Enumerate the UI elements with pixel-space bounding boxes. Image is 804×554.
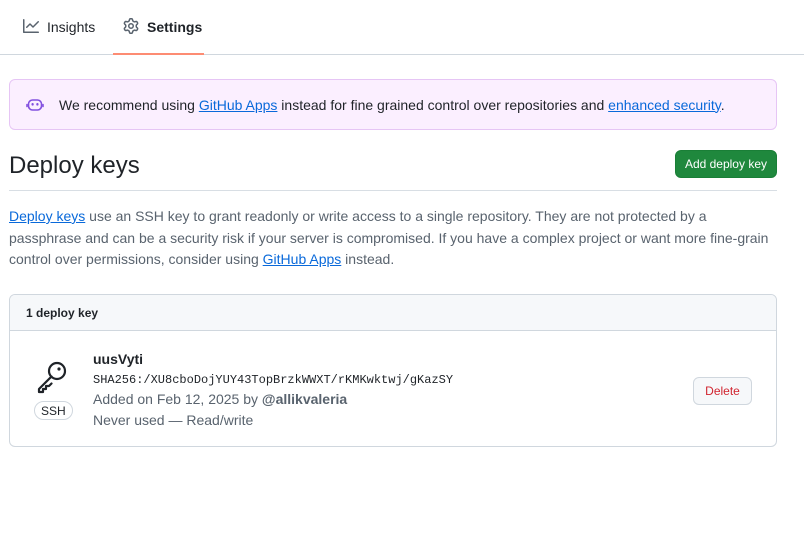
key-info: uusVyti SHA256:/XU8cboDojYUY43TopBrzkWWX… xyxy=(93,349,453,431)
delete-key-button[interactable]: Delete xyxy=(693,377,752,405)
banner-github-apps-link[interactable]: GitHub Apps xyxy=(199,97,278,113)
github-apps-banner: We recommend using GitHub Apps instead f… xyxy=(9,79,777,130)
deploy-keys-count: 1 deploy key xyxy=(10,295,776,331)
copilot-icon xyxy=(26,96,44,114)
key-title: uusVyti xyxy=(93,351,144,367)
tab-insights-label: Insights xyxy=(47,19,96,35)
banner-text: We recommend using GitHub Apps instead f… xyxy=(59,97,725,113)
key-added-info: Added on Feb 12, 2025 by @allikvaleria xyxy=(93,389,453,410)
deploy-keys-header: Deploy keys Add deploy key xyxy=(9,150,777,191)
tab-insights[interactable]: Insights xyxy=(13,0,105,54)
description-text-2: instead. xyxy=(341,251,395,267)
key-fingerprint: SHA256:/XU8cboDojYUY43TopBrzkWWXT/rKMKwk… xyxy=(93,373,454,387)
key-icon xyxy=(34,359,70,395)
banner-text-1: We recommend using xyxy=(59,96,199,113)
ssh-badge: SSH xyxy=(34,401,73,420)
key-usage: Never used — Read/write xyxy=(93,412,254,428)
key-added-by-user[interactable]: @allikvaleria xyxy=(262,391,347,407)
key-added-date: Added on Feb 12, 2025 by xyxy=(93,391,262,407)
tab-settings-label: Settings xyxy=(147,19,203,35)
graph-icon xyxy=(23,18,39,37)
description-github-apps-link[interactable]: GitHub Apps xyxy=(263,251,342,267)
deploy-keys-docs-link[interactable]: Deploy keys xyxy=(9,208,85,224)
deploy-key-row: SSH uusVyti SHA256:/XU8cboDojYUY43TopBrz… xyxy=(10,331,776,446)
banner-text-3: . xyxy=(720,96,725,113)
tab-settings[interactable]: Settings xyxy=(113,0,204,55)
deploy-keys-description: Deploy keys use an SSH key to grant read… xyxy=(9,206,779,271)
banner-text-2: instead for fine grained control over re… xyxy=(277,96,609,113)
page-title: Deploy keys xyxy=(9,152,140,179)
repo-nav-tabs: Insights Settings xyxy=(0,0,804,55)
add-deploy-key-button[interactable]: Add deploy key xyxy=(674,150,777,178)
banner-enhanced-security-link[interactable]: enhanced security xyxy=(608,97,721,113)
deploy-keys-list: 1 deploy key SSH uusVyti SHA256:/XU8cboD… xyxy=(9,294,777,447)
gear-icon xyxy=(123,17,139,37)
